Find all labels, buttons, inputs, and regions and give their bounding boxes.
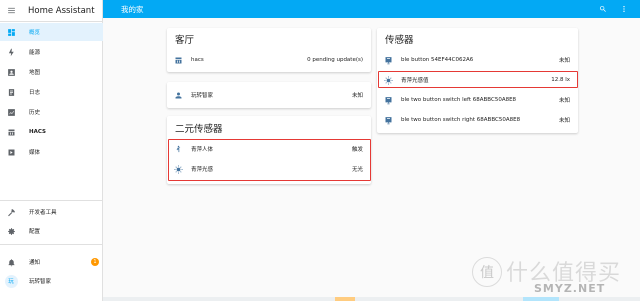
history-chart-icon: [0, 108, 22, 117]
entity-state: 未知: [558, 58, 570, 64]
logbook-icon: [0, 88, 22, 97]
entity-state: 无光: [351, 167, 363, 173]
entity-row-ble-button[interactable]: ble button 54EF44C062A6 未知: [381, 51, 574, 69]
strip-segment: [523, 297, 559, 301]
page-title: 我的家: [121, 4, 144, 14]
sidebar-item-overview[interactable]: 概览: [0, 23, 103, 41]
motion-sensor-icon: [171, 142, 185, 156]
sidebar-item-label: 日志: [29, 90, 41, 96]
sidebar-item-label: 地图: [29, 70, 41, 76]
sidebar-item-energy[interactable]: 能源: [0, 43, 103, 61]
watermark-logo: 值: [472, 257, 502, 287]
bell-icon: [0, 258, 22, 267]
watermark: 值 什么值得买 SMYZ.NET: [472, 255, 632, 297]
sidebar-item-label: 开发者工具: [29, 210, 57, 216]
sidebar-item-user[interactable]: 玩 玩转智家: [0, 272, 103, 290]
brightness-icon: [171, 162, 185, 176]
card-title: 客厅: [175, 35, 195, 46]
entity-name: 青萍光感值: [401, 78, 429, 84]
sidebar-item-config[interactable]: 配置: [0, 222, 103, 240]
entity-row-switch-right[interactable]: ble two button switch right 68ABBC50A8E8…: [381, 111, 574, 129]
card-title: 传感器: [385, 35, 414, 46]
hacs-icon: [0, 128, 22, 137]
sidebar-item-developer-tools[interactable]: 开发者工具: [0, 203, 103, 221]
entity-name: 青萍人体: [191, 147, 214, 153]
entity-state: 触发: [351, 147, 363, 153]
hacs-icon: [171, 53, 185, 67]
entity-row-motion[interactable]: 青萍人体 触发: [171, 140, 367, 158]
app-title: Home Assistant: [28, 5, 95, 16]
entity-row-light[interactable]: 青萍光感 无光: [171, 160, 367, 178]
entity-name: 玩转智家: [191, 93, 214, 99]
card-sensors: 传感器 ble button 54EF44C062A6 未知 青萍光感值 12.…: [377, 28, 578, 133]
entity-name: ble two button switch right 68ABBC50A8E8: [401, 117, 521, 123]
sidebar-item-map[interactable]: 地图: [0, 63, 103, 81]
sidebar-item-label: HACS: [29, 129, 46, 135]
sidebar-item-label: 概览: [29, 30, 41, 36]
sidebar-item-label: 媒体: [29, 150, 41, 156]
map-person-icon: [0, 68, 22, 77]
sidebar: Home Assistant 概览 能源 地图 日志 历史 HACS 媒体 开发…: [0, 0, 103, 301]
entity-state: 12.8 lx: [551, 77, 570, 83]
sidebar-item-label: 配置: [29, 229, 41, 235]
entity-row-illuminance[interactable]: 青萍光感值 12.8 lx: [381, 71, 574, 89]
entity-state: 未知: [558, 98, 570, 104]
lightning-icon: [0, 48, 22, 57]
more-vert-icon[interactable]: [619, 4, 629, 14]
entity-row-switch-left[interactable]: ble two button switch left 68ABBC50A8E8 …: [381, 91, 574, 109]
sidebar-header: Home Assistant: [0, 0, 102, 22]
gear-icon: [0, 227, 22, 236]
entity-state: 未知: [351, 93, 363, 99]
sidebar-item-label: 通知: [29, 260, 41, 266]
bottom-strip: [103, 297, 640, 301]
entity-name: 青萍光感: [191, 167, 214, 173]
notification-badge: 1: [91, 258, 99, 266]
search-icon[interactable]: [598, 4, 608, 14]
entity-name: ble button 54EF44C062A6: [401, 57, 474, 63]
entity-state: 未知: [558, 118, 570, 124]
sidebar-divider: [0, 244, 103, 245]
card-person: 玩转智家 未知: [167, 82, 371, 108]
brightness-icon: [381, 73, 395, 87]
card-living-room: 客厅 hacs 0 pending update(s): [167, 28, 371, 72]
avatar-wrapper: 玩: [0, 274, 22, 288]
entity-state: 0 pending update(s): [307, 57, 363, 63]
avatar: 玩: [4, 274, 18, 288]
sidebar-item-label: 历史: [29, 110, 41, 116]
sidebar-item-history[interactable]: 历史: [0, 103, 103, 121]
watermark-en: SMYZ.NET: [534, 282, 606, 295]
card-binary-sensors: 二元传感器 青萍人体 触发 青萍光感 无光: [167, 116, 371, 184]
card-title: 二元传感器: [175, 124, 223, 135]
remote-icon: [381, 53, 395, 67]
dashboard-icon: [0, 28, 22, 37]
sidebar-item-label: 玩转智家: [29, 279, 52, 285]
sidebar-item-notifications[interactable]: 通知 1: [0, 253, 103, 271]
entity-row-hacs[interactable]: hacs 0 pending update(s): [171, 51, 367, 69]
entity-row-person[interactable]: 玩转智家 未知: [171, 86, 367, 104]
top-app-bar: 我的家: [103, 0, 640, 18]
media-icon: [0, 148, 22, 157]
sidebar-item-logbook[interactable]: 日志: [0, 83, 103, 101]
sidebar-divider: [0, 200, 103, 201]
remote-icon: [381, 93, 395, 107]
menu-icon[interactable]: [0, 6, 22, 15]
remote-icon: [381, 113, 395, 127]
sidebar-item-media[interactable]: 媒体: [0, 143, 103, 161]
entity-name: hacs: [191, 57, 204, 63]
person-icon: [171, 88, 185, 102]
hammer-icon: [0, 208, 22, 217]
strip-segment: [335, 297, 355, 301]
sidebar-item-hacs[interactable]: HACS: [0, 123, 103, 141]
sidebar-item-label: 能源: [29, 50, 41, 56]
entity-name: ble two button switch left 68ABBC50A8E8: [401, 97, 517, 103]
